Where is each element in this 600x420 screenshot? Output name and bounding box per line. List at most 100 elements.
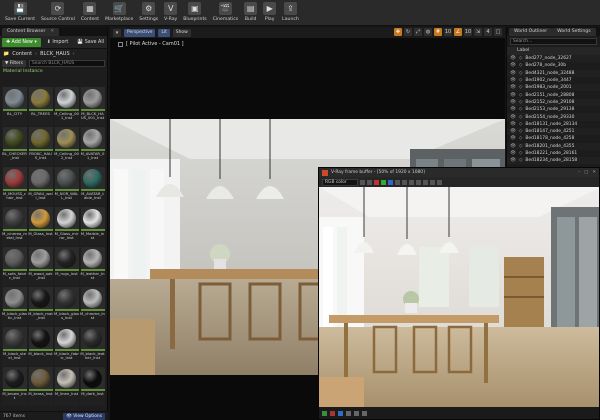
channel-select[interactable]: RGB color <box>322 178 358 186</box>
asset-tile[interactable]: BL_CITY <box>2 87 27 126</box>
asset-tile[interactable]: M_linen_Inst <box>54 367 79 406</box>
asset-tile[interactable]: BL_TREES <box>28 87 53 126</box>
asset-tile[interactable]: M_GRAU_wall_Inst <box>28 167 53 206</box>
asset-tile[interactable]: M_AVATAR_01_Inst <box>80 127 105 166</box>
asset-tile[interactable]: M_black_steel_Inst <box>2 327 27 366</box>
visibility-eye-icon[interactable]: 👁 <box>510 129 516 134</box>
camera-speed-icon[interactable]: 4 <box>484 28 492 36</box>
import-button[interactable]: ⬇ Import <box>44 38 71 47</box>
close-icon[interactable]: ✕ <box>50 28 54 36</box>
color-swatch-green-icon[interactable] <box>322 410 327 416</box>
asset-tile[interactable]: M_black_gloss_Inst <box>54 287 79 326</box>
maximize-icon[interactable]: □ <box>494 28 502 36</box>
asset-tile[interactable]: M_NOR_WALL_Inst <box>54 167 79 206</box>
asset-tile[interactable]: M_cinerea_metal_Inst <box>2 207 27 246</box>
close-icon[interactable]: ✕ <box>592 170 596 175</box>
asset-tile[interactable]: M_MOUSS_chair_Inst <box>2 167 27 206</box>
asset-tile[interactable]: M_black_plastic_Inst <box>2 287 27 326</box>
stop-icon[interactable] <box>437 179 442 185</box>
outliner-row[interactable]: 👁 ◇ Bed4321_node_32488 <box>507 69 600 77</box>
add-new-button[interactable]: ✚ Add New ▾ <box>2 37 41 47</box>
frame-buffer-titlebar[interactable]: V-Ray frame buffer - [50% of 1920 x 1080… <box>319 168 599 177</box>
outliner-row[interactable]: 👁 ◇ Bed2151_node_28808 <box>507 91 600 98</box>
filter-tag[interactable]: Material Instance <box>0 68 107 76</box>
red-channel-icon[interactable] <box>374 179 379 185</box>
render-icon[interactable] <box>430 179 435 185</box>
visibility-eye-icon[interactable]: 👁 <box>510 78 516 83</box>
asset-tile[interactable]: M_Marble_Inst <box>80 207 105 246</box>
asset-tile[interactable]: M_brown_Inst <box>2 367 27 406</box>
color-swatch-blue-icon[interactable] <box>338 410 343 416</box>
visibility-eye-icon[interactable]: 👁 <box>510 144 516 149</box>
stats-icon[interactable] <box>362 410 367 416</box>
asset-tile[interactable]: M_sofa_fabric_Inst <box>2 247 27 286</box>
outliner-row[interactable]: 👁 ◇ Bed1983_node_2001 <box>507 84 600 92</box>
compare-icon[interactable] <box>416 179 421 185</box>
tab-world-settings[interactable]: World Settings <box>552 28 596 36</box>
visibility-eye-icon[interactable]: 👁 <box>510 85 516 90</box>
asset-tile[interactable]: M_Ceiling_001_Inst <box>54 87 79 126</box>
v-ray-button[interactable]: V V-Ray <box>161 0 180 26</box>
save-image-icon[interactable] <box>360 179 365 185</box>
build-button[interactable]: ▤ Build <box>241 0 260 26</box>
outliner-search-input[interactable]: Search... <box>510 38 597 45</box>
outliner-row[interactable]: 👁 ◇ Bed18147_node_4251 <box>507 127 600 136</box>
view-options-button[interactable]: 👁 View Options <box>63 412 105 420</box>
asset-tile[interactable]: M_brass_Inst <box>28 367 53 406</box>
visibility-eye-icon[interactable]: 👁 <box>510 100 516 105</box>
settings-button[interactable]: ⚙ Settings <box>136 0 161 26</box>
launch-button[interactable]: ⇪ Launch <box>279 0 302 26</box>
visibility-eye-icon[interactable]: 👁 <box>510 63 516 68</box>
outliner-row[interactable]: 👁 ◇ Bed18178_node_4258 <box>507 135 600 142</box>
mono-icon[interactable] <box>402 179 407 185</box>
show-button[interactable]: Show <box>172 28 191 37</box>
asset-tile[interactable]: M_wood_oak_Inst <box>28 247 53 286</box>
source-control-button[interactable]: ⟳ Source Control <box>38 0 78 26</box>
asset-tile[interactable]: M_block_Inst <box>28 327 53 366</box>
visibility-eye-icon[interactable]: 👁 <box>510 122 516 127</box>
visibility-eye-icon[interactable]: 👁 <box>510 107 516 112</box>
rotation-value-icon[interactable]: 10 <box>464 28 472 36</box>
lit-button[interactable]: Lit <box>158 28 170 37</box>
asset-tile[interactable]: M_dark_Inst <box>80 367 105 406</box>
alpha-channel-icon[interactable] <box>395 179 400 185</box>
lens-effects-icon[interactable] <box>354 410 359 416</box>
visibility-eye-icon[interactable]: 👁 <box>510 151 516 156</box>
history-icon[interactable] <box>346 410 351 416</box>
outliner-row[interactable]: 👁 ◇ Bed277_node_32627 <box>507 55 600 63</box>
follow-mouse-icon[interactable] <box>423 179 428 185</box>
world-icon[interactable]: ◍ <box>424 28 432 36</box>
perspective-button[interactable]: Perspective <box>124 28 156 37</box>
search-input[interactable]: Search BLCK_HAUS <box>28 59 105 67</box>
visibility-eye-icon[interactable]: 👁 <box>510 136 516 141</box>
blueprints-button[interactable]: ▣ Blueprints <box>180 0 209 26</box>
clear-image-icon[interactable] <box>367 179 372 185</box>
outliner-row[interactable]: 👁 ◇ Bed18221_node_28161 <box>507 150 600 157</box>
rotate-icon[interactable]: ↻ <box>404 28 412 36</box>
outliner-row[interactable]: 👁 ◇ Bed18201_node_4355 <box>507 142 600 150</box>
maximize-icon[interactable]: □ <box>584 170 588 175</box>
asset-tile[interactable]: M_AVATAR_table_Inst <box>80 167 105 206</box>
breadcrumb-folder[interactable]: BLCK_HAUS <box>40 51 70 57</box>
play-button[interactable]: ▶ Play <box>260 0 279 26</box>
asset-tile[interactable]: M_black_fabric_Inst <box>54 327 79 366</box>
visibility-eye-icon[interactable]: 👁 <box>510 115 516 120</box>
cinematics-button[interactable]: 🎬 Cinematics <box>210 0 242 26</box>
outliner-row[interactable]: 👁 ◇ Bed2153_node_29138 <box>507 106 600 113</box>
asset-tile[interactable]: M_Glass_Inst <box>28 207 53 246</box>
blue-channel-icon[interactable] <box>388 179 393 185</box>
asset-tile[interactable]: M_Glass_mirror_Inst <box>54 207 79 246</box>
scale-icon[interactable]: ⤢ <box>414 28 422 36</box>
filters-button[interactable]: ▼ Filters <box>2 59 26 67</box>
visibility-eye-icon[interactable]: 👁 <box>510 158 516 163</box>
tab-world-outliner[interactable]: World Outliner <box>509 28 553 36</box>
scale-snap-icon[interactable]: ⇲ <box>474 28 482 36</box>
outliner-row[interactable]: 👁 ◇ Bed2152_node_29108 <box>507 98 600 107</box>
content-button[interactable]: ▦ Content <box>78 0 102 26</box>
outliner-row[interactable]: 👁 ◇ Bed18234_node_28158 <box>507 157 600 165</box>
save-current-button[interactable]: 💾 Save Current <box>2 0 38 26</box>
rotation-snap-icon[interactable]: ∠ <box>454 28 462 36</box>
viewport-menu-icon[interactable]: ▾ <box>113 28 121 37</box>
asset-tile[interactable]: M_BLCK_HAUS_001_Inst <box>80 87 105 126</box>
asset-tile[interactable]: M_black_mat_Inst <box>28 287 53 326</box>
